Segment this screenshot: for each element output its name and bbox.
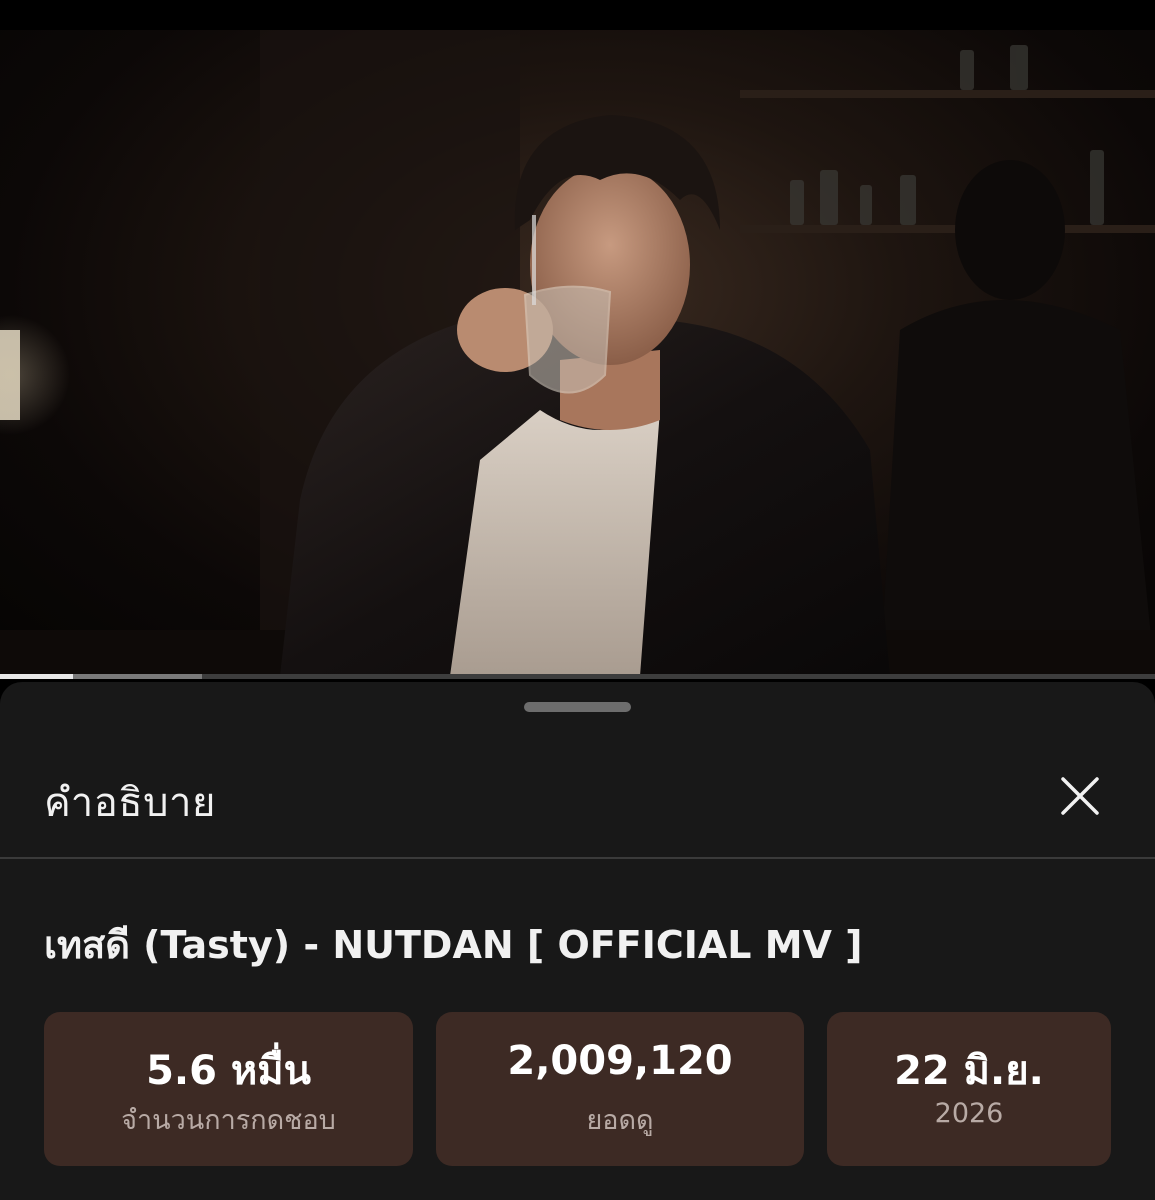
likes-label: จำนวนการกดชอบ: [121, 1105, 336, 1136]
close-button[interactable]: [1050, 766, 1110, 826]
views-stat-card: 2,009,120 ยอดดู: [436, 1012, 804, 1166]
publish-year: 2026: [934, 1098, 1004, 1129]
date-stat-card: 22 มิ.ย. 2026: [827, 1012, 1111, 1166]
panel-heading: คำอธิบาย: [44, 780, 216, 826]
description-panel: คำอธิบาย เทสดี (Tasty) - NUTDAN [ OFFICI…: [0, 682, 1155, 1200]
likes-stat-card: 5.6 หมื่น จำนวนการกดชอบ: [44, 1012, 413, 1166]
divider: [0, 857, 1155, 859]
progress-played: [0, 674, 73, 679]
close-icon: [1061, 777, 1099, 815]
publish-date: 22 มิ.ย.: [894, 1048, 1044, 1094]
views-count: 2,009,120: [507, 1038, 733, 1084]
video-frame-image: [0, 30, 1155, 676]
views-label: ยอดดู: [586, 1105, 654, 1136]
video-player[interactable]: [0, 30, 1155, 676]
drag-handle[interactable]: [524, 702, 631, 712]
likes-count: 5.6 หมื่น: [146, 1048, 311, 1094]
video-title: เทสดี (Tasty) - NUTDAN [ OFFICIAL MV ]: [44, 923, 863, 967]
video-progress-bar[interactable]: [0, 674, 1155, 679]
status-bar-area: [0, 0, 1155, 30]
